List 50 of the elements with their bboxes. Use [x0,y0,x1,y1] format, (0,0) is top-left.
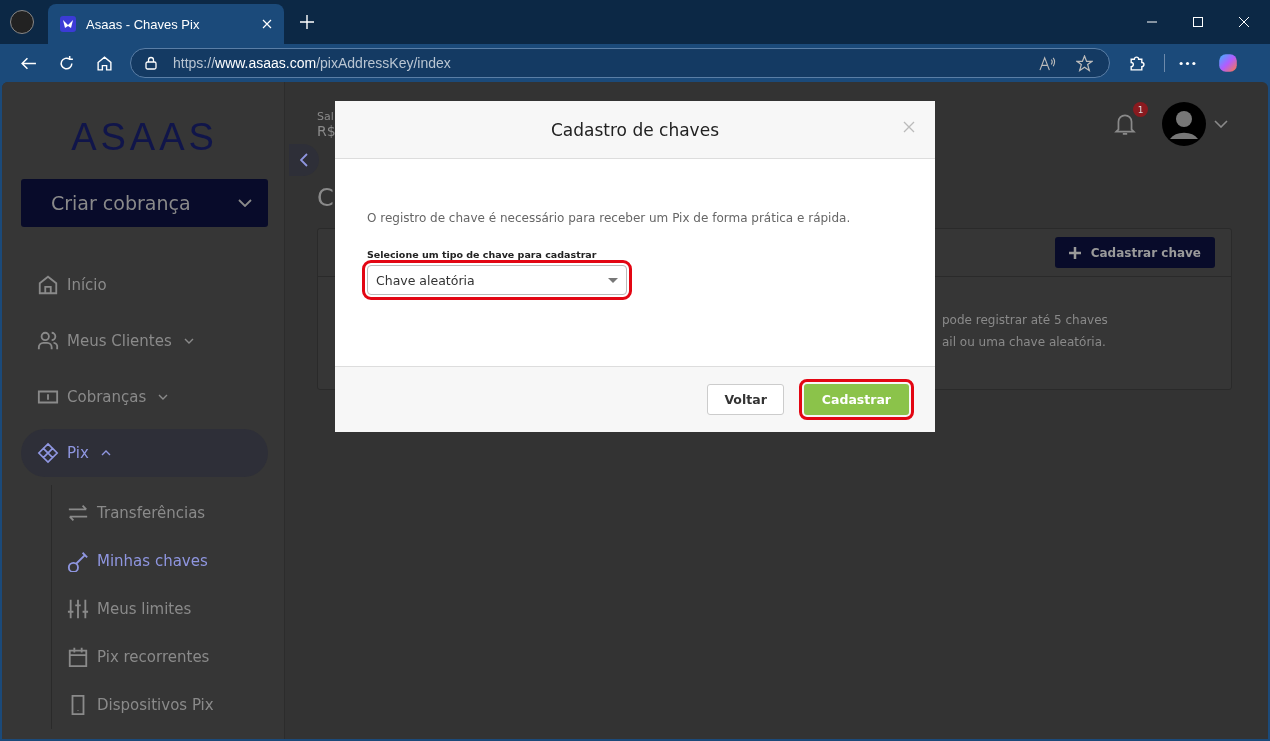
modal-title: Cadastro de chaves [551,119,719,140]
menu-icon [67,550,89,572]
new-tab-icon[interactable] [300,15,314,29]
extensions-icon[interactable] [1128,54,1145,72]
sidebar-item[interactable]: Cobranças [21,373,268,421]
wings-icon [60,16,76,32]
menu-icon [37,442,59,464]
balance-label: Sal [317,109,335,123]
create-charge-button[interactable]: Criar cobrança [21,179,268,227]
collapse-sidebar-button[interactable] [289,144,319,176]
notification-badge: 1 [1133,102,1148,117]
chevron-down-icon[interactable] [1214,120,1228,128]
description-text: O registro de chave é necessário para receber um Pix de forma prática e rápida. [367,211,851,225]
reload-icon[interactable] [58,54,75,72]
browser-tab[interactable]: Asaas - Chaves Pix [48,4,284,44]
menu-icon [67,646,89,668]
sidebar-item[interactable]: Meus Clientes [21,317,268,365]
address-bar[interactable]: https://www.asaas.com/pixAddressKey/index [130,48,1110,78]
plus-icon [1068,246,1081,259]
add-key-button[interactable]: Cadastrar chave [1054,237,1215,268]
star-icon[interactable] [1076,54,1093,72]
sidebar-item[interactable]: Pix [21,429,268,477]
menu-icon [37,330,59,352]
dropdown-arrow-icon [608,277,618,283]
submenu-item[interactable]: Minhas chaves [52,537,268,585]
copilot-icon[interactable] [1217,52,1239,74]
lock-icon[interactable] [145,56,157,70]
menu-icon [67,502,89,524]
submenu-item[interactable]: Pix recorrentes [52,633,268,681]
page-title: C [317,184,335,214]
profile-icon[interactable] [10,10,34,34]
chevron-down-icon [238,199,252,207]
submenu-item[interactable]: Meus limites [52,585,268,633]
maximize-icon[interactable] [1192,16,1204,28]
bell-icon[interactable] [1114,112,1136,136]
url-text: https://www.asaas.com/pixAddressKey/index [173,55,451,71]
menu-icon [37,274,59,296]
menu-icon [67,598,89,620]
sidebar-item[interactable]: Início [21,261,268,309]
submenu-item[interactable]: Dispositivos Pix [52,681,268,729]
balance-value: R$ [317,122,336,139]
read-aloud-icon[interactable] [1039,54,1056,72]
chevron-left-icon [300,153,308,167]
field-label: Selecione um tipo de chave para cadastrar [367,249,597,260]
back-button[interactable]: Voltar [707,384,784,415]
info-text: pode registrar até 5 chaves [942,313,1108,327]
avatar-icon[interactable] [1162,102,1206,146]
home-icon[interactable] [96,54,113,72]
submenu-item[interactable]: Transferências [52,489,268,537]
info-text: ail ou uma chave aleatória. [942,335,1106,349]
